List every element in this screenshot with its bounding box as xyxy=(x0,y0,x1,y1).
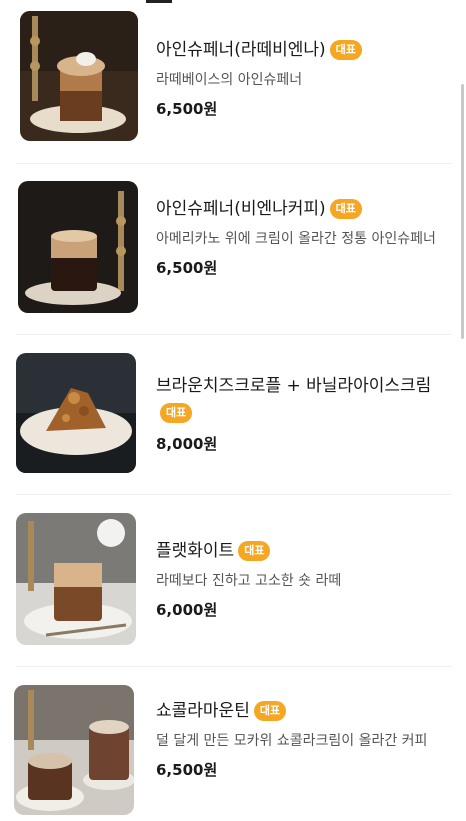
menu-item-name: 쇼콜라마운틴 xyxy=(156,701,250,721)
scrollbar[interactable] xyxy=(461,84,464,339)
menu-item-description: 라떼보다 진하고 고소한 숏 라떼 xyxy=(156,573,342,589)
divider xyxy=(16,666,452,667)
menu-item-name-line: 브라운치즈크로플 + 바닐라아이스크림대표 xyxy=(156,373,448,427)
menu-item-name: 브라운치즈크로플 + 바닐라아이스크림 xyxy=(156,376,432,396)
menu-item-name: 아인슈페너(라떼비엔나) xyxy=(156,40,326,60)
menu-item-name-line: 아인슈페너(비엔나커피) 대표 xyxy=(156,196,448,223)
menu-item-photo xyxy=(20,11,138,141)
signature-badge: 대표 xyxy=(238,541,271,561)
menu-item-description: 아메리카노 위에 크림이 올라간 정통 아인슈페너 xyxy=(156,231,436,247)
menu-item-description: 라떼베이스의 아인슈페너 xyxy=(156,72,303,88)
divider xyxy=(16,494,452,495)
menu-item-price: 6,500원 xyxy=(156,259,218,277)
signature-badge: 대표 xyxy=(253,701,287,721)
menu-item-photo xyxy=(16,513,136,645)
menu-item-price: 6,500원 xyxy=(156,761,218,779)
tab-indicator xyxy=(146,0,172,3)
menu-item-photo xyxy=(18,181,138,313)
signature-badge: 대표 xyxy=(329,199,362,219)
signature-badge: 대표 xyxy=(329,40,362,60)
menu-item-price: 8,000원 xyxy=(156,435,218,453)
menu-item-name: 플랫화이트 xyxy=(156,541,235,561)
menu-item-photo xyxy=(16,353,136,473)
menu-item-description: 덜 달게 만든 모카위 쇼콜라크림이 올라간 커피 xyxy=(156,733,428,749)
menu-item-name-line: 쇼콜라마운틴 대표 xyxy=(156,698,448,725)
signature-badge: 대표 xyxy=(160,403,193,423)
menu-item-price: 6,500원 xyxy=(156,100,218,118)
menu-item-price: 6,000원 xyxy=(156,601,218,619)
menu-item-name-line: 플랫화이트 대표 xyxy=(156,538,448,565)
menu-item-name-line: 아인슈페너(라떼비엔나) 대표 xyxy=(156,37,448,64)
menu-item-name: 아인슈페너(비엔나커피) xyxy=(156,199,326,219)
menu-item-photo xyxy=(14,685,134,815)
divider xyxy=(16,163,452,164)
divider xyxy=(16,334,452,335)
